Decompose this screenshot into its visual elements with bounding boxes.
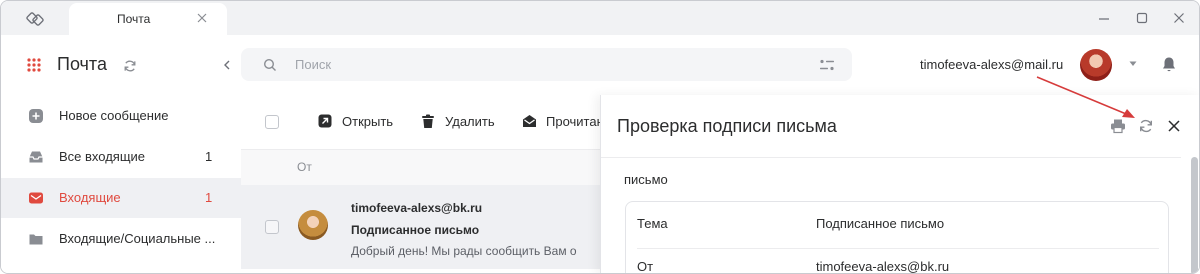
divider bbox=[637, 248, 1159, 249]
minimize-icon[interactable] bbox=[1097, 11, 1111, 25]
folder-icon bbox=[29, 234, 43, 245]
info-value-subject: Подписанное письмо bbox=[816, 216, 945, 231]
panel-title: Проверка подписи письма bbox=[617, 116, 837, 136]
message-sender: timofeeva-alexs@bk.ru bbox=[351, 201, 483, 215]
unread-count: 1 bbox=[205, 190, 213, 205]
mail-app-window: Почта Почта Новое сообщение Все входящие… bbox=[0, 0, 1200, 274]
title-bar: Почта bbox=[1, 1, 1199, 35]
message-snippet: Добрый день! Мы рады сообщить Вам о bbox=[351, 244, 577, 258]
inbox-icon bbox=[29, 151, 43, 163]
avatar[interactable] bbox=[1080, 49, 1112, 81]
message-subject: Подписанное письмо bbox=[351, 223, 480, 237]
close-icon[interactable] bbox=[1172, 11, 1186, 25]
section-heading: письмо bbox=[624, 172, 668, 187]
info-label-subject: Тема bbox=[637, 216, 668, 231]
account-email[interactable]: timofeeva-alexs@mail.ru bbox=[920, 57, 1063, 72]
sidebar-item-inbox[interactable]: Входящие 1 bbox=[1, 178, 241, 218]
mail-icon bbox=[29, 192, 43, 204]
maximize-icon[interactable] bbox=[1135, 11, 1149, 25]
scrollbar[interactable] bbox=[1191, 157, 1198, 273]
signature-info-card: Тема Подписанное письмо От timofeeva-ale… bbox=[625, 201, 1169, 274]
envelope-open-icon bbox=[523, 115, 536, 127]
printer-icon[interactable] bbox=[1110, 118, 1126, 134]
search-input[interactable] bbox=[295, 54, 775, 74]
mark-read-button[interactable]: Прочитано bbox=[522, 113, 601, 131]
chevron-left-icon[interactable] bbox=[221, 59, 233, 71]
message-list: Открыть Удалить Прочитано От bbox=[241, 95, 601, 273]
apps-grid-icon[interactable] bbox=[27, 58, 41, 72]
select-all-checkbox[interactable] bbox=[265, 115, 279, 129]
info-label-from: От bbox=[637, 259, 654, 274]
sidebar-item-label: Все входящие bbox=[59, 149, 146, 164]
divider bbox=[601, 157, 1181, 158]
signature-check-panel: Проверка подписи письма письмо Тема Подп… bbox=[600, 95, 1199, 274]
sidebar-item-inbox-social[interactable]: Входящие/Социальные ... bbox=[1, 219, 241, 259]
close-icon[interactable] bbox=[1167, 119, 1181, 133]
refresh-icon[interactable] bbox=[123, 59, 137, 73]
tab-mail[interactable]: Почта bbox=[69, 3, 227, 35]
page-title: Почта bbox=[57, 54, 107, 74]
app-logo-icon bbox=[26, 12, 44, 26]
search-filter-icon[interactable] bbox=[819, 58, 835, 72]
delete-button[interactable]: Удалить bbox=[421, 113, 501, 131]
column-header: От bbox=[241, 149, 601, 185]
tab-label: Почта bbox=[117, 12, 151, 26]
sidebar-item-new-message[interactable]: Новое сообщение bbox=[1, 96, 241, 136]
list-toolbar: Открыть Удалить Прочитано bbox=[241, 95, 601, 149]
table-row[interactable]: timofeeva-alexs@bk.ru Подписанное письмо… bbox=[241, 185, 601, 269]
delete-label: Удалить bbox=[445, 114, 495, 129]
column-from-label: От bbox=[297, 160, 312, 174]
sidebar: Почта Новое сообщение Все входящие 1 Вхо… bbox=[1, 35, 241, 273]
sidebar-item-label: Входящие bbox=[59, 190, 121, 205]
unread-count: 1 bbox=[205, 149, 213, 164]
avatar bbox=[298, 210, 328, 240]
sidebar-item-label: Входящие/Социальные ... bbox=[59, 231, 216, 246]
trash-icon bbox=[422, 114, 434, 128]
open-icon bbox=[318, 114, 332, 128]
plus-icon bbox=[29, 109, 43, 123]
open-label: Открыть bbox=[342, 114, 394, 129]
caret-down-icon[interactable] bbox=[1129, 61, 1137, 67]
search-icon bbox=[263, 58, 276, 71]
info-value-from: timofeeva-alexs@bk.ru bbox=[816, 259, 950, 274]
sidebar-item-all-inbox[interactable]: Все входящие 1 bbox=[1, 137, 241, 177]
row-checkbox[interactable] bbox=[265, 220, 279, 234]
search-bar[interactable] bbox=[241, 48, 852, 81]
bell-icon[interactable] bbox=[1161, 56, 1177, 73]
refresh-icon[interactable] bbox=[1138, 118, 1154, 134]
sidebar-item-label: Новое сообщение bbox=[59, 108, 169, 123]
open-button[interactable]: Открыть bbox=[318, 113, 398, 131]
mark-read-label: Прочитано bbox=[546, 114, 601, 129]
close-icon[interactable] bbox=[195, 11, 209, 25]
